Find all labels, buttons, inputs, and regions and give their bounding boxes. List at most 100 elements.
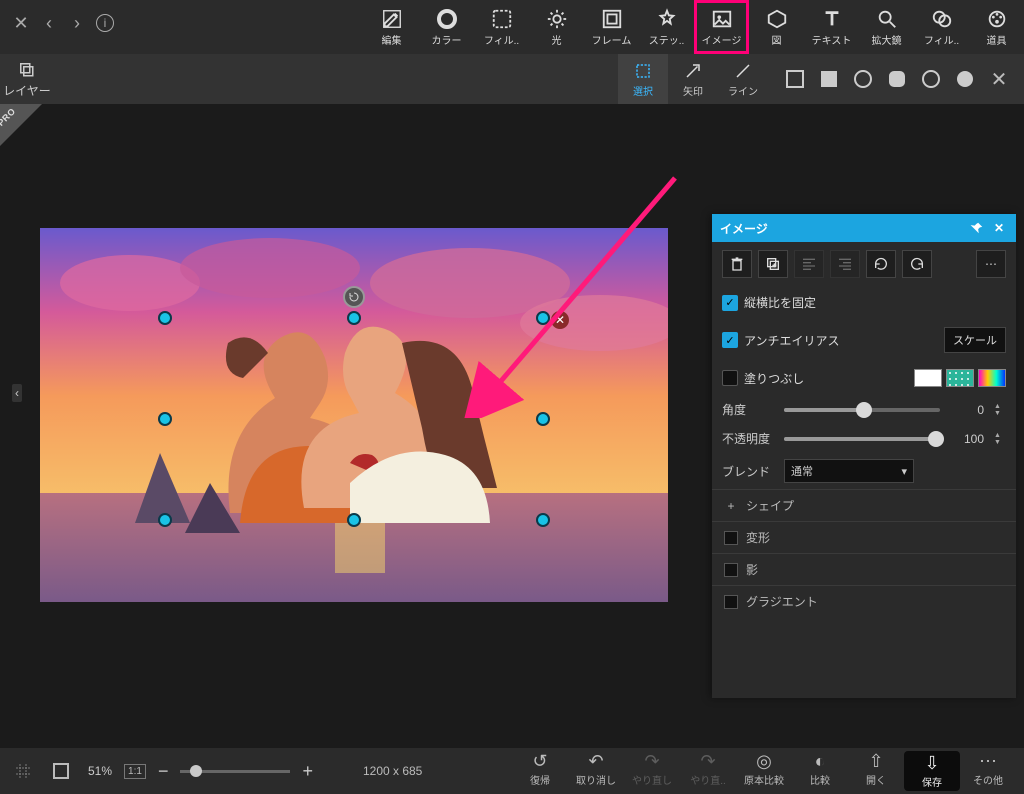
open-icon: ⇧ bbox=[868, 751, 883, 771]
canvas[interactable]: ✕ bbox=[40, 228, 668, 602]
sticker-icon bbox=[656, 8, 678, 30]
align-right-button[interactable] bbox=[830, 250, 860, 278]
handle-mr[interactable] bbox=[536, 412, 550, 426]
magnify-icon bbox=[876, 8, 898, 30]
tools-icon bbox=[986, 8, 1008, 30]
bottom-undo[interactable]: ↶取り消し bbox=[568, 751, 624, 791]
more-button[interactable]: ⋯ bbox=[976, 250, 1006, 278]
tool-light[interactable]: 光 bbox=[529, 0, 584, 54]
swatch-white[interactable] bbox=[914, 369, 942, 387]
layer-icon bbox=[17, 60, 37, 80]
selection-box[interactable]: ✕ bbox=[165, 318, 543, 520]
inspector-close-icon[interactable]: ✕ bbox=[990, 219, 1008, 237]
grid-icon[interactable] bbox=[8, 756, 38, 786]
close-icon[interactable]: ✕ bbox=[12, 14, 30, 32]
bottom-more[interactable]: ⋯その他 bbox=[960, 751, 1016, 791]
swatch-gradient[interactable] bbox=[978, 369, 1006, 387]
forward-icon[interactable]: › bbox=[68, 14, 86, 32]
tool-sticker[interactable]: ステッ.. bbox=[639, 0, 694, 54]
panel-toggle-left[interactable]: ‹ bbox=[12, 384, 22, 402]
opacity-slider[interactable] bbox=[784, 437, 940, 441]
antialias-checkbox[interactable]: ✓アンチエイリアス bbox=[722, 332, 840, 349]
tool-edit[interactable]: 編集 bbox=[364, 0, 419, 54]
info-icon[interactable]: i bbox=[96, 14, 114, 32]
zoom-slider[interactable] bbox=[180, 770, 290, 773]
bottom-open[interactable]: ⇧開く bbox=[848, 751, 904, 791]
blend-label: ブレンド bbox=[722, 463, 774, 480]
layer-button[interactable]: レイヤー bbox=[0, 54, 54, 104]
duplicate-button[interactable] bbox=[758, 250, 788, 278]
line-icon bbox=[733, 61, 753, 81]
delete-button[interactable] bbox=[722, 250, 752, 278]
bottom-redo: ↷やり直し bbox=[624, 751, 680, 791]
align-left-button[interactable] bbox=[794, 250, 824, 278]
angle-slider[interactable] bbox=[784, 408, 940, 412]
subtool-select[interactable]: 選択 bbox=[618, 54, 668, 104]
bottom-compare[interactable]: ◎原本比較 bbox=[736, 751, 792, 791]
accordion-1[interactable]: 変形 bbox=[712, 521, 1016, 553]
scale-button[interactable]: スケール bbox=[944, 327, 1006, 353]
zoom-out[interactable]: − bbox=[154, 761, 173, 782]
tool-shape[interactable]: 図 bbox=[749, 0, 804, 54]
pin-icon[interactable] bbox=[968, 219, 986, 237]
inspector-panel: イメージ ✕ ⋯ ✓縦横比を固定 ✓アンチエイリアス スケール 塗りつぶし bbox=[712, 214, 1016, 698]
rotate-cw-button[interactable] bbox=[902, 250, 932, 278]
rotate-ccw-button[interactable] bbox=[866, 250, 896, 278]
zoom-in[interactable]: + bbox=[298, 761, 317, 782]
shape-circle-outline-2[interactable] bbox=[920, 68, 942, 90]
angle-label: 角度 bbox=[722, 401, 774, 418]
shape-circle-fill[interactable] bbox=[954, 68, 976, 90]
accordion-0[interactable]: +シェイプ bbox=[712, 489, 1016, 521]
angle-stepper[interactable]: ▲▼ bbox=[994, 403, 1006, 417]
swatch-pattern[interactable] bbox=[946, 369, 974, 387]
subtool-arrow[interactable]: 矢印 bbox=[668, 54, 718, 104]
handle-tm[interactable] bbox=[347, 311, 361, 325]
opacity-stepper[interactable]: ▲▼ bbox=[994, 432, 1006, 446]
compare2-icon: ◐ bbox=[815, 751, 826, 771]
shape-rect-fill[interactable] bbox=[818, 68, 840, 90]
inspector-title: イメージ ✕ bbox=[712, 214, 1016, 242]
handle-tr[interactable] bbox=[536, 311, 550, 325]
handle-br[interactable] bbox=[536, 513, 550, 527]
aspect-checkbox[interactable]: ✓縦横比を固定 bbox=[722, 294, 816, 311]
accordion-2[interactable]: 影 bbox=[712, 553, 1016, 585]
accordion-3[interactable]: グラジエント bbox=[712, 585, 1016, 617]
arrow-icon bbox=[683, 61, 703, 81]
tool-magnify[interactable]: 拡大鏡 bbox=[859, 0, 914, 54]
redo2-icon: ↷ bbox=[700, 751, 715, 771]
tool-filter2[interactable]: フィル.. bbox=[914, 0, 969, 54]
rotate-handle[interactable] bbox=[343, 286, 365, 308]
tool-text[interactable]: テキスト bbox=[804, 0, 859, 54]
shape-roundrect-fill[interactable] bbox=[886, 68, 908, 90]
tool-image[interactable]: イメージ bbox=[694, 0, 749, 54]
handle-bl[interactable] bbox=[158, 513, 172, 527]
ratio-11[interactable]: 1:1 bbox=[124, 764, 146, 779]
subtool-line[interactable]: ライン bbox=[718, 54, 768, 104]
back-icon[interactable]: ‹ bbox=[40, 14, 58, 32]
color-icon bbox=[436, 8, 458, 30]
handle-bm[interactable] bbox=[347, 513, 361, 527]
square-icon[interactable] bbox=[46, 756, 76, 786]
tool-frame[interactable]: フレーム bbox=[584, 0, 639, 54]
subtoolbar-close-icon[interactable]: ✕ bbox=[988, 68, 1010, 90]
top-toolbar: ✕ ‹ › i 編集カラーフィル..光フレームステッ..イメージ図テキスト拡大鏡… bbox=[0, 0, 1024, 54]
bottom-revert[interactable]: ↺復帰 bbox=[512, 751, 568, 791]
frame-icon bbox=[601, 8, 623, 30]
handle-ml[interactable] bbox=[158, 412, 172, 426]
remove-handle[interactable]: ✕ bbox=[551, 311, 569, 329]
opacity-label: 不透明度 bbox=[722, 430, 774, 447]
fill-checkbox[interactable]: 塗りつぶし bbox=[722, 370, 804, 387]
tool-filter[interactable]: フィル.. bbox=[474, 0, 529, 54]
bottom-save[interactable]: ⇩保存 bbox=[904, 751, 960, 791]
blend-dropdown[interactable]: 通常▾ bbox=[784, 459, 914, 483]
tool-color[interactable]: カラー bbox=[419, 0, 474, 54]
filter-icon bbox=[491, 8, 513, 30]
layer-label: レイヤー bbox=[3, 82, 51, 99]
shape-circle-outline[interactable] bbox=[852, 68, 874, 90]
tool-tools[interactable]: 道具 bbox=[969, 0, 1024, 54]
save-icon: ⇩ bbox=[924, 753, 939, 773]
bottom-compare2[interactable]: ◐比較 bbox=[792, 751, 848, 791]
inspector-title-text: イメージ bbox=[720, 220, 768, 237]
shape-rect-outline[interactable] bbox=[784, 68, 806, 90]
handle-tl[interactable] bbox=[158, 311, 172, 325]
